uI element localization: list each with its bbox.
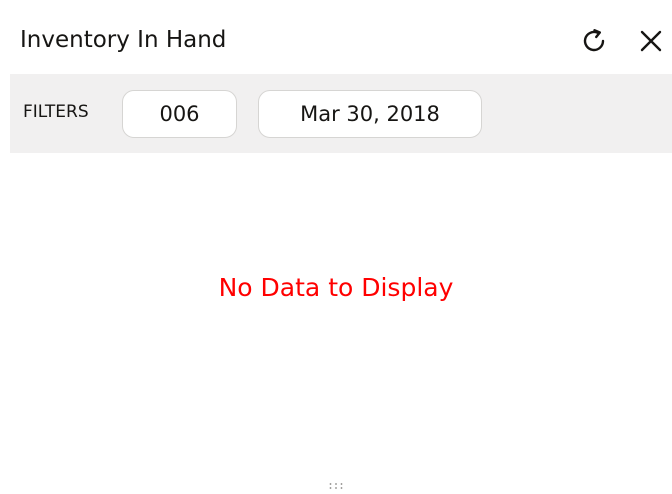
- filters-label: FILTERS: [23, 102, 89, 122]
- close-icon: [640, 30, 662, 52]
- widget-header: Inventory In Hand: [0, 0, 672, 74]
- date-filter-chip[interactable]: Mar 30, 2018: [258, 90, 482, 138]
- branch-filter-chip[interactable]: 006: [122, 90, 237, 138]
- widget-title: Inventory In Hand: [20, 27, 227, 53]
- close-button[interactable]: [634, 24, 668, 58]
- resize-handle-icon: [329, 483, 343, 489]
- refresh-button[interactable]: [577, 24, 611, 58]
- resize-handle[interactable]: [328, 475, 344, 489]
- no-data-message: No Data to Display: [218, 273, 454, 302]
- refresh-icon: [583, 29, 605, 52]
- inventory-in-hand-widget: Inventory In Hand FILTERS 006 Mar 30, 20…: [0, 0, 672, 489]
- filter-bar: FILTERS 006 Mar 30, 2018: [10, 74, 672, 153]
